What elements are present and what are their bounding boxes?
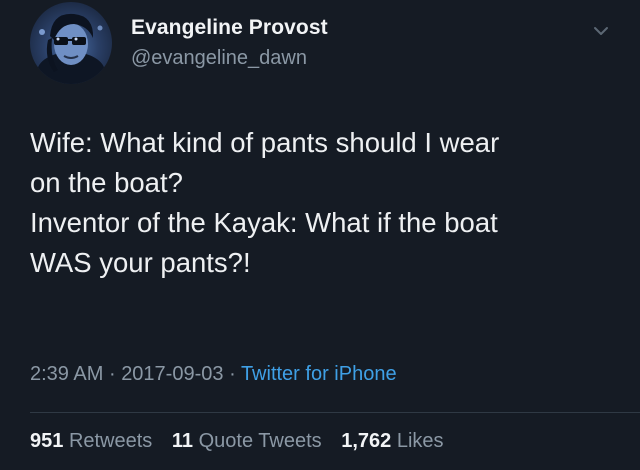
tweet-source-link[interactable]: Twitter for iPhone bbox=[241, 363, 397, 385]
divider bbox=[30, 412, 640, 413]
tweet-text-line: WAS your pants?! bbox=[30, 247, 251, 278]
tweet-text-line: Inventor of the Kayak: What if the boat bbox=[30, 207, 498, 238]
chevron-down-icon[interactable] bbox=[592, 24, 610, 38]
tweet-text-line: on the boat? bbox=[30, 167, 183, 198]
avatar[interactable] bbox=[30, 2, 112, 84]
tweet-card: Evangeline Provost @evangeline_dawn Wife… bbox=[0, 0, 640, 470]
tweet-stats: 951 Retweets 11 Quote Tweets 1,762 Likes bbox=[30, 430, 458, 453]
retweets-count: 951 bbox=[30, 430, 64, 452]
likes-label: Likes bbox=[396, 430, 444, 452]
meta-separator: · bbox=[108, 363, 116, 385]
likes-stat[interactable]: 1,762 Likes bbox=[341, 430, 443, 452]
avatar-image bbox=[37, 13, 105, 84]
retweets-stat[interactable]: 951 Retweets bbox=[30, 430, 158, 452]
tweet-date[interactable]: 2017-09-03 bbox=[121, 363, 223, 385]
quote-tweets-stat[interactable]: 11 Quote Tweets bbox=[172, 430, 327, 452]
display-name[interactable]: Evangeline Provost bbox=[131, 16, 328, 40]
retweets-label: Retweets bbox=[68, 430, 153, 452]
tweet-text-line: Wife: What kind of pants should I wear bbox=[30, 127, 500, 158]
tweet-time[interactable]: 2:39 AM bbox=[30, 363, 103, 385]
tweet-text: Wife: What kind of pants should I wear o… bbox=[30, 123, 620, 283]
tweet-meta: 2:39 AM · 2017-09-03 · Twitter for iPhon… bbox=[30, 363, 397, 386]
quote-tweets-count: 11 bbox=[171, 430, 194, 452]
meta-separator: · bbox=[229, 363, 236, 385]
quote-tweets-label: Quote Tweets bbox=[198, 430, 322, 452]
likes-count: 1,762 bbox=[341, 430, 392, 452]
user-handle[interactable]: @evangeline_dawn bbox=[131, 47, 307, 70]
